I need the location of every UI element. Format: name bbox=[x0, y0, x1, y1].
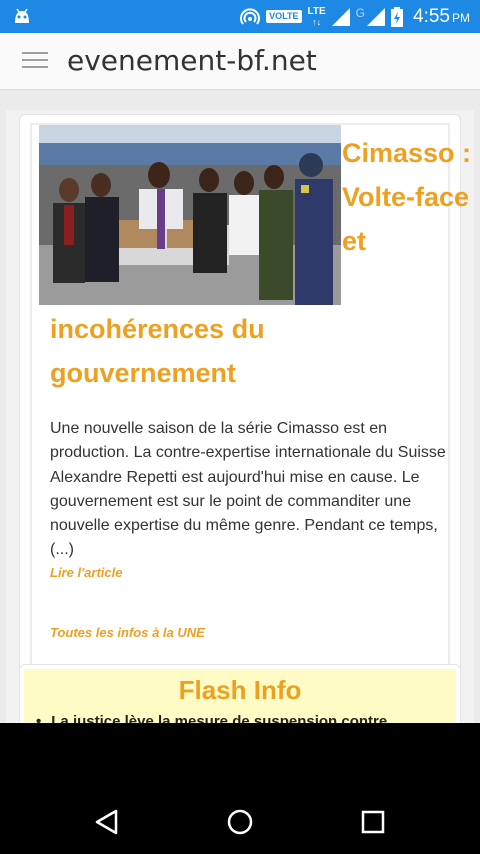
flash-info-title: Flash Info bbox=[178, 675, 302, 705]
lte-indicator: LTE ↑↓ bbox=[307, 5, 326, 27]
network-g-label: G bbox=[355, 5, 366, 20]
lte-label: LTE bbox=[307, 5, 326, 17]
bullet-icon: • bbox=[36, 713, 42, 723]
article-photo[interactable] bbox=[39, 125, 341, 305]
status-clock: 4:55 PM bbox=[413, 6, 470, 28]
clock-ampm: PM bbox=[452, 10, 470, 25]
flash-info-card: Flash Info • La justice lève la mesure de… bbox=[19, 664, 461, 723]
clock-time: 4:55 bbox=[413, 5, 450, 27]
home-circle-icon[interactable] bbox=[227, 809, 253, 835]
all-headlines-link[interactable]: Toutes les infos à la UNE bbox=[50, 625, 205, 640]
recents-square-icon[interactable] bbox=[360, 809, 386, 835]
flash-item-text[interactable]: La justice lève la mesure de suspension … bbox=[51, 713, 387, 723]
flash-info-panel: Flash Info • La justice lève la mesure de… bbox=[24, 669, 456, 723]
back-triangle-icon[interactable] bbox=[94, 809, 120, 835]
card-inner-border: Cimasso : Volte-face et incohérences du … bbox=[30, 123, 471, 723]
status-bar: VOLTE LTE ↑↓ G 4:55 PM bbox=[0, 0, 480, 33]
app-bar: evenement-bf.net bbox=[0, 33, 480, 90]
headline-title-part1[interactable]: Cimasso : Volte-face et bbox=[342, 131, 472, 263]
system-navigation-bar bbox=[0, 723, 480, 854]
volte-badge: VOLTE bbox=[266, 10, 302, 23]
hotspot-icon bbox=[240, 7, 261, 25]
battery-icon bbox=[391, 6, 404, 27]
article-excerpt: Une nouvelle saison de la série Cimasso … bbox=[50, 420, 446, 559]
flash-info-item[interactable]: • La justice lève la mesure de suspension… bbox=[36, 713, 452, 723]
headline-title-part2[interactable]: incohérences du gouvernement bbox=[50, 307, 450, 395]
page-content[interactable]: Cimasso : Volte-face et incohérences du … bbox=[0, 90, 480, 723]
android-notification-icon bbox=[15, 8, 29, 23]
site-title[interactable]: evenement-bf.net bbox=[67, 44, 317, 77]
headline-article-card: Cimasso : Volte-face et incohérences du … bbox=[19, 114, 471, 723]
signal-icon-2 bbox=[367, 7, 386, 26]
read-article-link[interactable]: Lire l'article bbox=[50, 565, 122, 580]
hamburger-menu-icon[interactable] bbox=[22, 52, 50, 72]
signal-icon bbox=[331, 7, 350, 26]
